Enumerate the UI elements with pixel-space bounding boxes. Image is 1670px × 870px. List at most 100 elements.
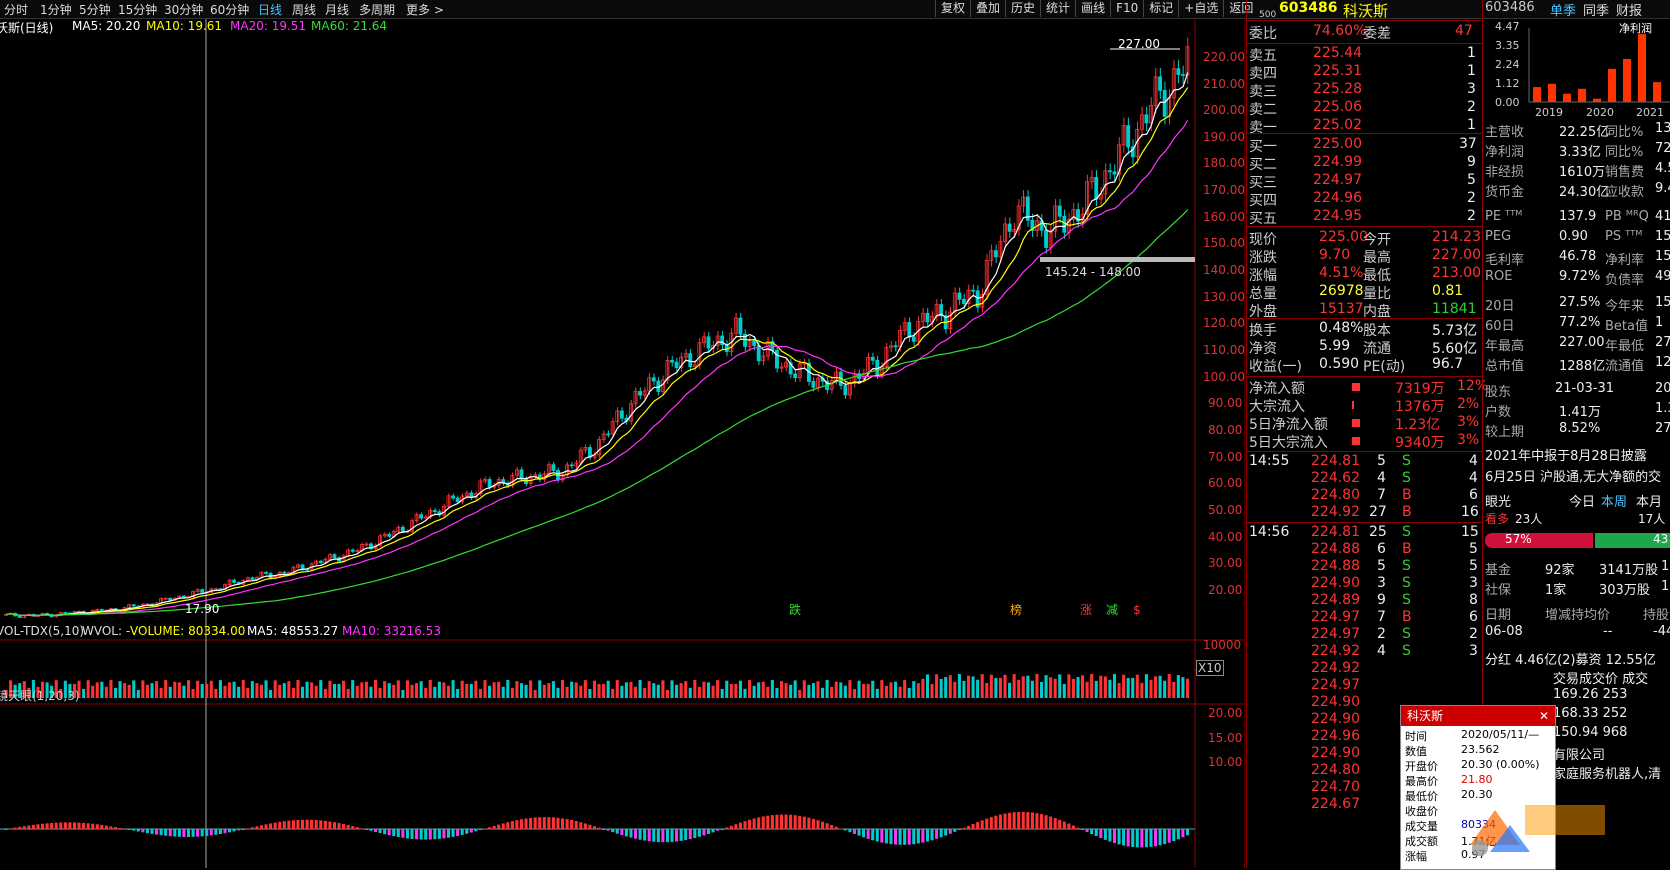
financial-row: 货币金 24.30亿应收款 9.4 xyxy=(1483,181,1670,201)
performance-row-label: 流通值 xyxy=(1605,359,1645,374)
event-mark-reduce[interactable]: 减 xyxy=(1106,601,1118,618)
tab-30min[interactable]: 30分钟 xyxy=(164,1,203,18)
tool-statistics[interactable]: 统计 xyxy=(1040,0,1075,17)
tab-daily[interactable]: 日线 xyxy=(258,1,282,18)
tab-5min[interactable]: 5分钟 xyxy=(79,1,111,18)
tool-f10[interactable]: F10 xyxy=(1110,0,1143,17)
tab-15min[interactable]: 15分钟 xyxy=(118,1,157,18)
tab-weekly[interactable]: 周线 xyxy=(292,1,316,18)
indicator-bar xyxy=(1103,829,1107,840)
indicator-bar xyxy=(364,829,368,830)
indicator-bar xyxy=(228,829,232,833)
eye-tab-month[interactable]: 本月 xyxy=(1636,491,1662,510)
indicator-bar xyxy=(127,829,131,830)
tool-add-watchlist[interactable]: +自选 xyxy=(1178,0,1223,17)
indicator-bar xyxy=(757,817,761,829)
performance-row-value: 27.5% xyxy=(1559,295,1601,310)
kline-chart-area[interactable]: 沃斯(日线) MA5: 20.20 MA10: 19.61 MA20: 19.5… xyxy=(0,19,1245,868)
indicator-bar xyxy=(980,820,984,829)
volume-bar xyxy=(214,688,218,698)
financial-row-value: 3.33亿 xyxy=(1559,145,1601,160)
indicator-bar xyxy=(346,824,350,829)
volume-unit[interactable]: X10 xyxy=(1196,660,1224,676)
eye-tab-week[interactable]: 本周 xyxy=(1601,491,1627,510)
volume-bar xyxy=(136,689,140,698)
tab-1min[interactable]: 1分钟 xyxy=(40,1,72,18)
popup-close-icon[interactable]: ✕ xyxy=(1539,706,1549,726)
tab-60min[interactable]: 60分钟 xyxy=(210,1,249,18)
y-tick: 180.00 xyxy=(1203,156,1245,170)
tab-timeshare[interactable]: 分时 xyxy=(4,1,28,18)
flow-value: 9340万 xyxy=(1395,435,1445,451)
bid-row[interactable]: 买一 225.00 37 xyxy=(1247,136,1482,155)
tab-quarterly[interactable]: 单季 xyxy=(1550,0,1576,19)
eye-tab-today[interactable]: 今日 xyxy=(1569,491,1595,510)
valuation-row-value: 15 xyxy=(1655,229,1670,244)
legend-ma10: MA10: 19.61 xyxy=(146,19,223,33)
volume-bar xyxy=(209,680,213,698)
tab-financial-report[interactable]: 财报 xyxy=(1616,0,1642,19)
tick-count: 3 xyxy=(1469,643,1478,659)
indicator-bar xyxy=(711,829,715,833)
event-mark-dividend[interactable]: $ xyxy=(1133,603,1141,617)
tool-restore-rights[interactable]: 复权 xyxy=(935,0,970,17)
tick-price: 224.90 xyxy=(1311,694,1360,710)
news-item[interactable]: 6月25日 沪股通,无大净额的交 xyxy=(1483,466,1670,486)
fund-label: 社保 xyxy=(1485,583,1512,598)
ask-row[interactable]: 卖二 225.06 2 xyxy=(1247,99,1482,118)
legend-ma60: MA60: 21.64 xyxy=(311,19,388,33)
indicator-bar xyxy=(843,829,847,831)
tab-more[interactable]: 更多 > xyxy=(406,1,444,18)
indicator-bar xyxy=(488,827,492,829)
volume-bar xyxy=(396,680,400,698)
financial-row-label: 货币金 xyxy=(1485,185,1525,200)
bid-row[interactable]: 买三 224.97 5 xyxy=(1247,172,1482,191)
tick-count: 2 xyxy=(1469,626,1478,642)
volume-bar xyxy=(264,680,268,698)
ask-row[interactable]: 卖五 225.44 1 xyxy=(1247,45,1482,64)
event-mark-drop[interactable]: 跌 xyxy=(789,601,801,618)
tool-history[interactable]: 历史 xyxy=(1005,0,1040,17)
tool-overlay[interactable]: 叠加 xyxy=(970,0,1005,17)
volume-bar xyxy=(488,685,492,698)
tick-side: S xyxy=(1402,524,1411,540)
ask-row[interactable]: 卖四 225.31 1 xyxy=(1247,63,1482,82)
tab-monthly[interactable]: 月线 xyxy=(325,1,349,18)
event-mark-rise[interactable]: 涨 xyxy=(1080,601,1092,618)
indicator-bar xyxy=(1049,816,1053,829)
volume-bar xyxy=(492,682,496,698)
volume-bar xyxy=(894,681,898,698)
indicator-bar xyxy=(971,823,975,829)
event-mark-ranking[interactable]: 榜 xyxy=(1010,601,1022,618)
quote-value: 0.81 xyxy=(1432,283,1464,299)
tick-volume: 4 xyxy=(1377,643,1386,659)
volume-bar xyxy=(428,680,432,698)
tick-volume: 3 xyxy=(1377,575,1386,591)
ask-row[interactable]: 卖三 225.28 3 xyxy=(1247,81,1482,100)
candle-body xyxy=(300,564,305,570)
bid-price: 225.00 xyxy=(1313,136,1362,152)
financial-row-label: 应收款 xyxy=(1605,185,1645,200)
volume-bar xyxy=(1012,674,1016,698)
volume-bar xyxy=(825,680,829,698)
news-item[interactable]: 2021年中报于8月28日披露 xyxy=(1483,445,1670,465)
tab-same-quarter[interactable]: 同季 xyxy=(1583,0,1609,19)
quote-label: 量比 xyxy=(1363,286,1391,302)
financial-row-value: 131 xyxy=(1655,121,1670,136)
bid-row[interactable]: 买五 224.95 2 xyxy=(1247,208,1482,227)
kline-svg[interactable] xyxy=(0,19,1245,868)
indicator-bar xyxy=(360,828,364,830)
indicator-bar xyxy=(1085,829,1089,832)
bid-row[interactable]: 买二 224.99 9 xyxy=(1247,154,1482,173)
indicator-bar xyxy=(643,829,647,841)
bid-row[interactable]: 买四 224.96 2 xyxy=(1247,190,1482,209)
holders-row-value: 21-03-31 xyxy=(1555,381,1615,396)
tool-mark[interactable]: 标记 xyxy=(1143,0,1178,17)
volume-bar xyxy=(1053,678,1057,698)
financial-row-value: 24.30亿 xyxy=(1559,185,1610,200)
indicator-bar xyxy=(497,824,501,829)
indicator-bar xyxy=(396,829,400,838)
tab-multi-period[interactable]: 多周期 xyxy=(359,1,395,18)
indicator-bar xyxy=(319,820,323,829)
tool-draw-line[interactable]: 画线 xyxy=(1075,0,1110,17)
